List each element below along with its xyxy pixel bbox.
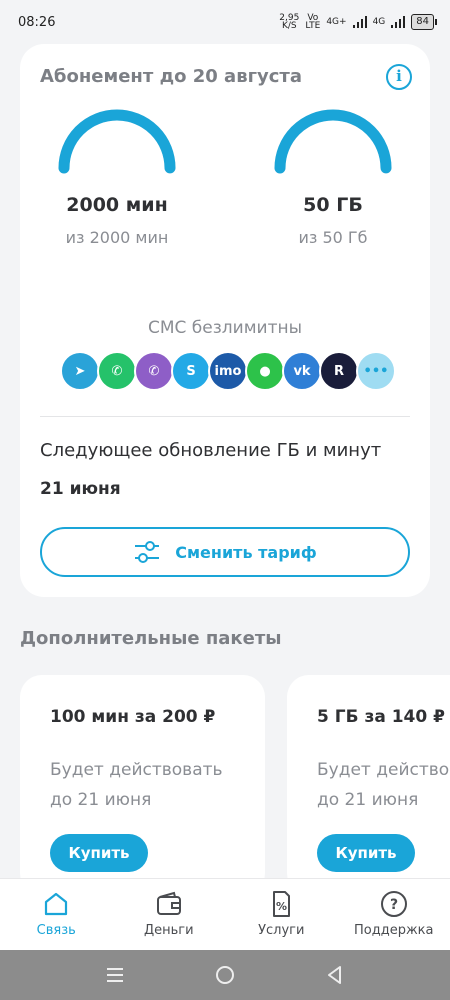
network-speed: 2,95 K/S <box>279 13 300 31</box>
minutes-gauge-arc <box>58 109 176 174</box>
nav-label: Поддержка <box>354 923 434 938</box>
home-circle-icon[interactable] <box>214 964 236 986</box>
status-bar: 08:26 2,95 K/S Vo LTE 4G+ 4G 84 <box>0 0 450 44</box>
nav-support[interactable]: ? Поддержка <box>338 879 450 950</box>
wechat-icon: ● <box>245 351 285 391</box>
data-gauge: 50 ГБ из 50 Гб <box>258 96 408 247</box>
package-desc: Будет действовать до 21 июня <box>50 760 223 810</box>
net2-label: 4G <box>372 17 386 27</box>
package-title: 100 мин за 200 ₽ <box>50 707 216 727</box>
volte-indicator: Vo LTE <box>305 13 321 31</box>
whatsapp-icon: ✆ <box>97 351 137 391</box>
package-title: 5 ГБ за 140 ₽ <box>317 707 445 727</box>
nav-services[interactable]: % Услуги <box>225 879 338 950</box>
bottom-navigation: Связь Деньги % Услуги ? Поддержка <box>0 878 450 950</box>
subscription-card: Абонемент до 20 августа i 2000 мин из 20… <box>20 44 430 597</box>
data-total: из 50 Гб <box>298 228 368 247</box>
skype-icon: S <box>171 351 211 391</box>
minutes-gauge: 2000 мин из 2000 мин <box>42 96 192 247</box>
unlimited-apps-row[interactable]: ➤ ✆ ✆ Simo ● vk R ••• <box>60 351 396 391</box>
svg-text:%: % <box>276 900 287 913</box>
back-icon[interactable] <box>324 964 346 986</box>
nav-label: Деньги <box>143 923 194 938</box>
vk-icon: vk <box>282 351 322 391</box>
home-icon <box>45 892 68 916</box>
next-update-label: Следующее обновление ГБ и минут <box>40 440 382 461</box>
more-icon: ••• <box>356 351 396 391</box>
buy-button[interactable]: Купить <box>50 834 148 872</box>
data-value: 50 ГБ <box>303 194 363 216</box>
system-navigation-bar <box>0 950 450 1000</box>
sliders-icon <box>135 541 160 563</box>
package-card: 5 ГБ за 140 ₽ Будет действовать до 21 ию… <box>287 675 450 895</box>
change-tariff-label: Сменить тариф <box>175 542 317 562</box>
minutes-total: из 2000 мин <box>65 228 169 247</box>
signal-icon-2 <box>391 16 406 28</box>
nav-connection[interactable]: Связь <box>0 879 113 950</box>
question-icon: ? <box>380 891 407 917</box>
change-tariff-button[interactable]: Сменить тариф <box>40 527 410 577</box>
rutube-icon: R <box>319 351 359 391</box>
package-desc: Будет действовать до 21 июня <box>317 760 450 810</box>
sms-unlimited-label: СМС безлимитны <box>147 318 303 338</box>
nav-money[interactable]: Деньги <box>113 879 226 950</box>
next-update-date: 21 июня <box>40 479 121 499</box>
battery-icon: 84 <box>411 14 437 30</box>
viber-icon: ✆ <box>134 351 174 391</box>
data-gauge-arc <box>274 109 392 174</box>
signal-icon <box>352 16 367 28</box>
nav-label: Связь <box>36 923 76 938</box>
status-time: 08:26 <box>18 14 56 30</box>
extra-packages-title: Дополнительные пакеты <box>20 628 282 649</box>
telegram-icon: ➤ <box>60 351 100 391</box>
buy-button[interactable]: Купить <box>317 834 415 872</box>
net1-label: 4G+ <box>326 17 347 27</box>
svg-text:?: ? <box>390 897 398 913</box>
sim-percent-icon: % <box>273 891 291 917</box>
info-icon[interactable]: i <box>386 64 412 90</box>
package-card: 100 мин за 200 ₽ Будет действовать до 21… <box>20 675 265 895</box>
menu-icon[interactable] <box>104 966 126 984</box>
imo-icon: imo <box>208 351 248 391</box>
wallet-icon <box>156 891 181 915</box>
subscription-title: Абонемент до 20 августа <box>40 66 302 87</box>
minutes-value: 2000 мин <box>66 194 168 216</box>
status-icons: 2,95 K/S Vo LTE 4G+ 4G 84 <box>279 13 437 31</box>
divider <box>40 416 410 417</box>
nav-label: Услуги <box>258 923 305 938</box>
